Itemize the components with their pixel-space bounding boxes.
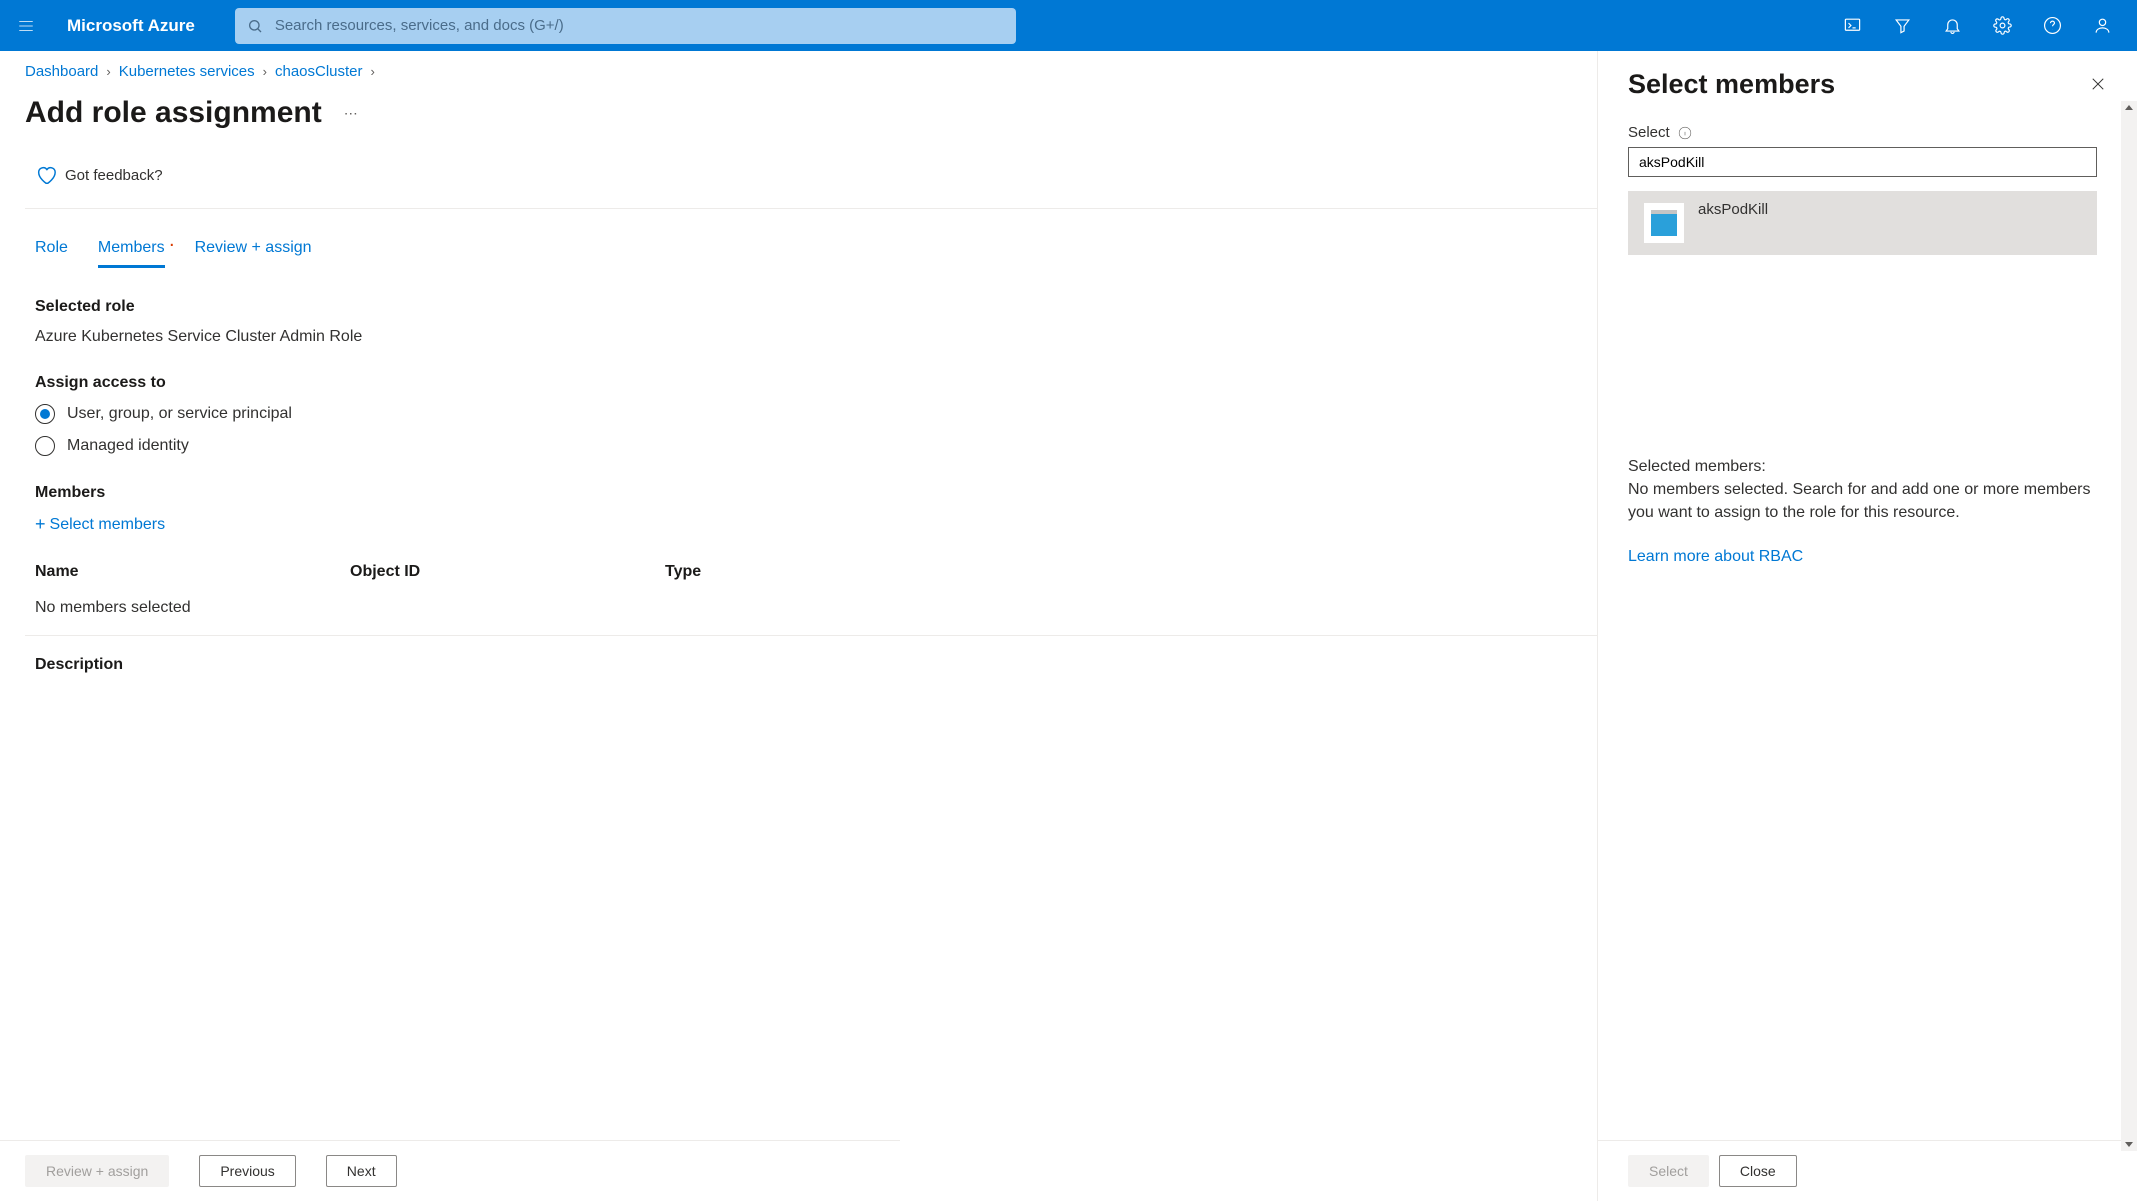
tab-review[interactable]: Review + assign bbox=[195, 239, 312, 268]
global-search[interactable] bbox=[235, 8, 1016, 44]
header-actions bbox=[1827, 0, 2137, 51]
th-name: Name bbox=[35, 563, 350, 581]
plus-icon: + bbox=[35, 514, 46, 535]
panel-close-button-footer[interactable]: Close bbox=[1719, 1155, 1797, 1187]
feedback-label: Got feedback? bbox=[65, 167, 163, 184]
panel-scrollbar[interactable] bbox=[2121, 101, 2137, 1151]
th-type: Type bbox=[665, 563, 865, 581]
panel-footer: Select Close bbox=[1598, 1140, 2137, 1201]
search-input[interactable] bbox=[275, 17, 1016, 34]
notifications-icon[interactable] bbox=[1927, 0, 1977, 51]
next-button[interactable]: Next bbox=[326, 1155, 397, 1187]
top-header: Microsoft Azure bbox=[0, 0, 2137, 51]
radio-icon bbox=[35, 404, 55, 424]
filter-icon[interactable] bbox=[1877, 0, 1927, 51]
result-name: aksPodKill bbox=[1698, 201, 1768, 218]
close-icon bbox=[2089, 75, 2107, 93]
more-actions-icon[interactable]: ⋯ bbox=[344, 105, 359, 122]
tab-role[interactable]: Role bbox=[35, 239, 68, 268]
hamburger-menu[interactable] bbox=[0, 0, 52, 51]
member-search-input[interactable] bbox=[1628, 147, 2097, 177]
select-members-panel: Select members Select aksPodKill Selecte… bbox=[1597, 51, 2137, 1201]
learn-rbac-link[interactable]: Learn more about RBAC bbox=[1628, 545, 2097, 568]
crumb-cluster[interactable]: chaosCluster bbox=[275, 63, 363, 80]
previous-button[interactable]: Previous bbox=[199, 1155, 295, 1187]
radio-managed-label: Managed identity bbox=[67, 437, 189, 455]
search-result-item[interactable]: aksPodKill bbox=[1628, 191, 2097, 255]
brand-label[interactable]: Microsoft Azure bbox=[67, 16, 195, 36]
experiment-icon bbox=[1644, 203, 1684, 243]
cloud-shell-icon[interactable] bbox=[1827, 0, 1877, 51]
panel-title: Select members bbox=[1628, 69, 1835, 100]
panel-select-button: Select bbox=[1628, 1155, 1709, 1187]
panel-close-button[interactable] bbox=[2089, 75, 2107, 98]
page-title: Add role assignment bbox=[25, 96, 322, 130]
bottom-bar: Review + assign Previous Next bbox=[0, 1140, 900, 1201]
heart-icon bbox=[35, 164, 57, 186]
tab-members[interactable]: Members. bbox=[98, 239, 165, 268]
help-icon[interactable] bbox=[2027, 0, 2077, 51]
selected-members-empty: No members selected. Search for and add … bbox=[1628, 478, 2097, 524]
review-assign-button: Review + assign bbox=[25, 1155, 169, 1187]
radio-user-label: User, group, or service principal bbox=[67, 405, 292, 423]
settings-icon[interactable] bbox=[1977, 0, 2027, 51]
info-icon[interactable] bbox=[1678, 126, 1692, 140]
crumb-dashboard[interactable]: Dashboard bbox=[25, 63, 98, 80]
th-object-id: Object ID bbox=[350, 563, 665, 581]
radio-icon bbox=[35, 436, 55, 456]
crumb-kubernetes[interactable]: Kubernetes services bbox=[119, 63, 255, 80]
search-icon bbox=[247, 18, 263, 34]
account-icon[interactable] bbox=[2077, 0, 2127, 51]
selected-members-label: Selected members: bbox=[1628, 455, 2097, 478]
page: Dashboard› Kubernetes services› chaosClu… bbox=[0, 51, 2137, 1201]
panel-select-label: Select bbox=[1628, 124, 1670, 141]
